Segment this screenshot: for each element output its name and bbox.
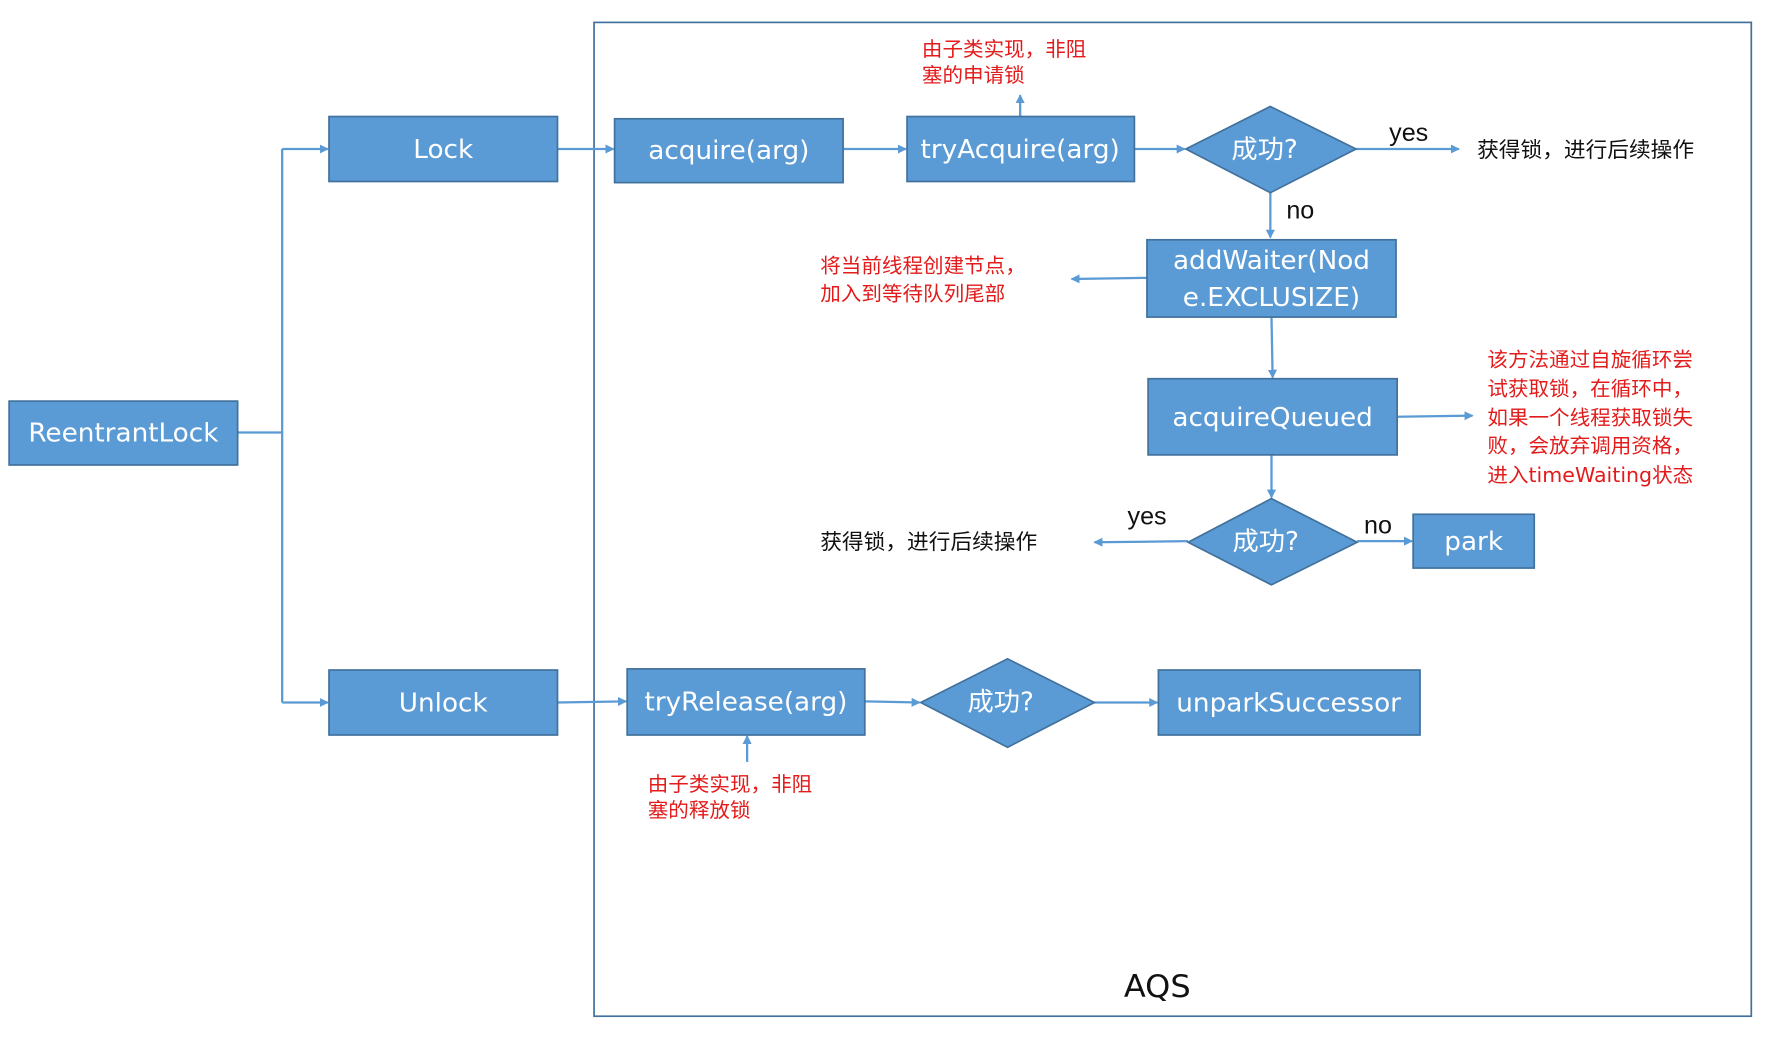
node-label: park [1444, 527, 1503, 557]
note-add-waiter: 将当前线程创建节点， 加入到等待队列尾部 [820, 253, 1026, 305]
note-line: 该方法通过自旋循环尝 [1487, 348, 1693, 372]
note-line: 由子类实现，非阻 [648, 772, 812, 796]
note-line: 将当前线程创建节点， [820, 253, 1026, 277]
decision-success-3: 成功? [918, 657, 1097, 749]
note-line: 进入timeWaiting状态 [1487, 463, 1693, 487]
node-acquire: acquire(arg) [613, 117, 844, 184]
note-try-acquire: 由子类实现，非阻 塞的申请锁 [922, 37, 1086, 87]
note-acquire-queued: 该方法通过自旋循环尝 试获取锁，在循环中， 如果一个线程获取锁失 败，会放弃调用… [1487, 348, 1693, 487]
node-lock: Lock [328, 115, 559, 183]
aqs-label: AQS [1124, 969, 1191, 1005]
note-line: 如果一个线程获取锁失 [1487, 406, 1693, 430]
node-add-waiter: addWaiter(Nod e.EXCLUSIZE) [1146, 238, 1397, 318]
node-label: acquireQueued [1172, 403, 1373, 433]
edge-label-yes: yes [1389, 119, 1428, 147]
node-label: 成功? [1231, 135, 1297, 165]
note-line: 塞的释放锁 [648, 798, 751, 822]
node-label: unparkSuccessor [1176, 689, 1401, 719]
decision-success-2: 成功? [1186, 497, 1360, 586]
node-reentrantlock: ReentrantLock [8, 400, 239, 466]
node-label: 成功? [1233, 527, 1299, 557]
node-unlock: Unlock [328, 669, 559, 736]
node-try-acquire: tryAcquire(arg) [906, 115, 1136, 183]
node-label: Lock [413, 135, 473, 165]
note-line: 加入到等待队列尾部 [820, 281, 1005, 305]
node-label: ReentrantLock [28, 419, 218, 449]
node-label: Unlock [399, 689, 488, 719]
edge-label-no: no [1286, 197, 1314, 225]
edge-label-yes: yes [1128, 503, 1167, 531]
note-line: 试获取锁，在循环中， [1487, 377, 1693, 401]
edge-label-no: no [1364, 512, 1392, 540]
node-label: 成功? [967, 688, 1033, 718]
node-park: park [1412, 513, 1536, 569]
node-acquire-queued: acquireQueued [1147, 377, 1399, 456]
note-line: 塞的申请锁 [922, 63, 1025, 87]
note-try-release: 由子类实现，非阻 塞的释放锁 [648, 772, 812, 822]
node-label: tryRelease(arg) [645, 688, 848, 718]
result-acquired: 获得锁，进行后续操作 [820, 530, 1037, 555]
node-label: addWaiter(Nod [1173, 246, 1370, 276]
node-try-release: tryRelease(arg) [626, 668, 866, 736]
note-line: 由子类实现，非阻 [922, 37, 1086, 61]
note-line: 败，会放弃调用资格， [1487, 434, 1693, 458]
node-label: tryAcquire(arg) [921, 135, 1120, 165]
node-label: e.EXCLUSIZE) [1183, 283, 1360, 313]
node-label: acquire(arg) [648, 136, 809, 166]
aqs-flowchart: AQS ReentrantLock Lock Unlock acquire(ar… [8, 21, 1753, 1018]
node-unpark-successor: unparkSuccessor [1157, 669, 1421, 736]
decision-success-1: 成功? [1183, 105, 1358, 194]
result-acquired: 获得锁，进行后续操作 [1477, 138, 1694, 163]
